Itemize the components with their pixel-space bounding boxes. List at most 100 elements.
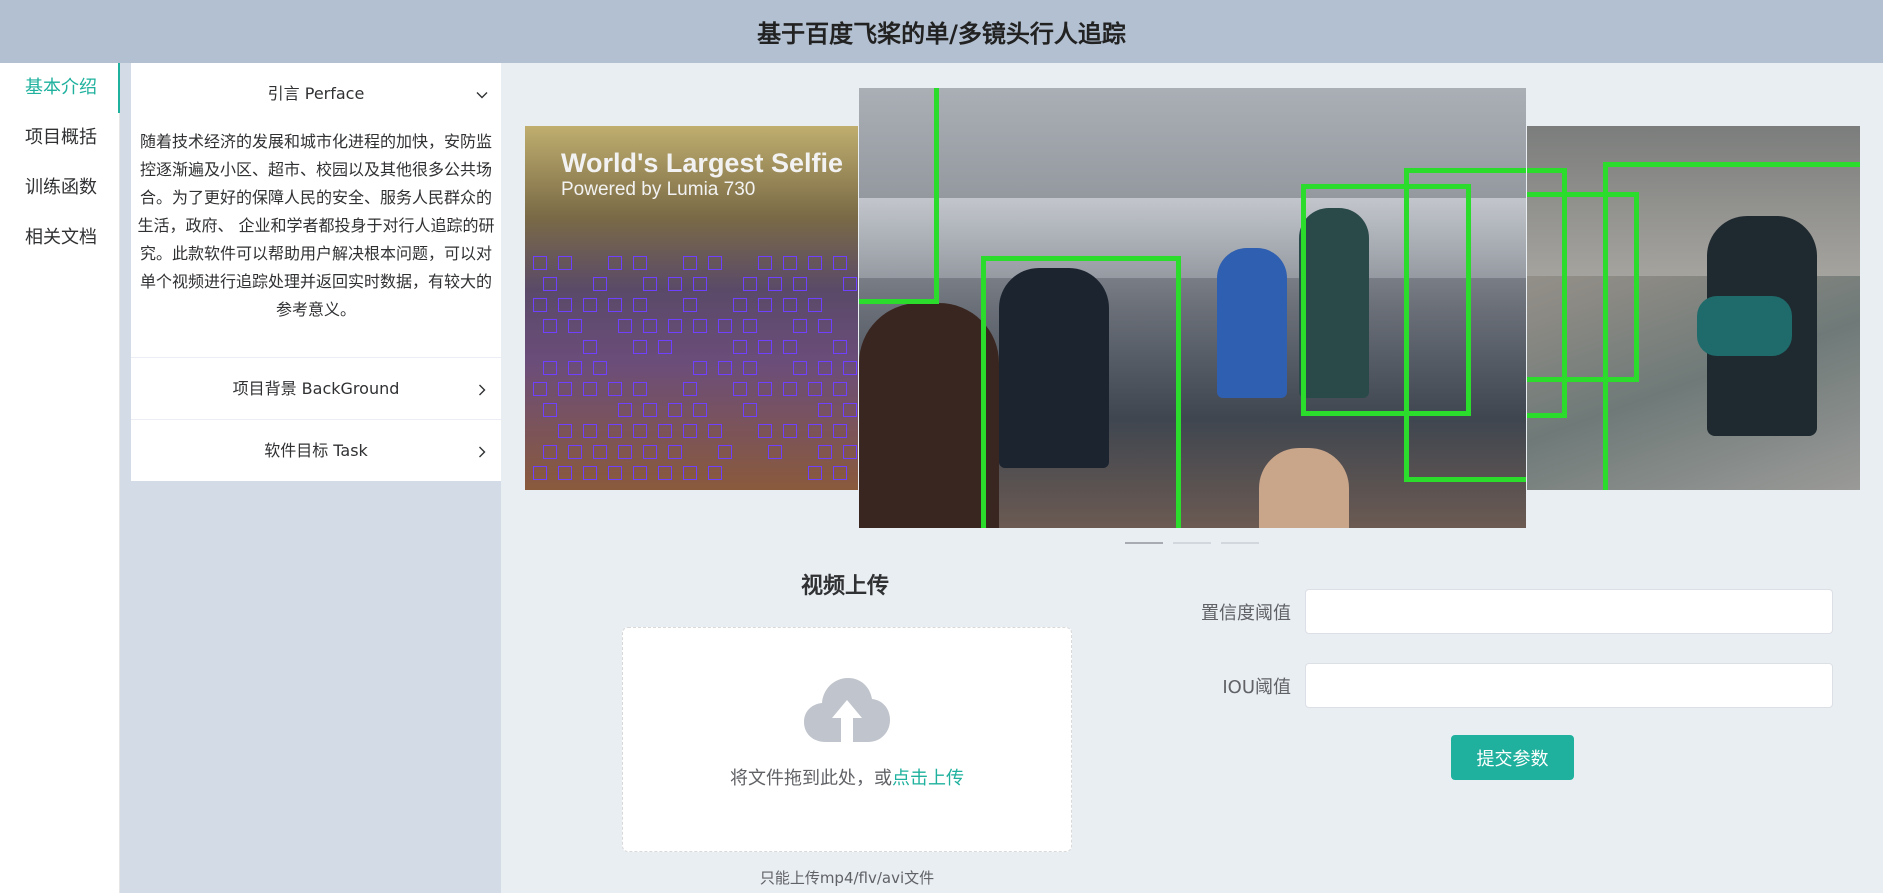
face-detection-box	[783, 298, 797, 312]
face-detection-box	[843, 361, 857, 375]
face-detection-box	[743, 319, 757, 333]
face-detection-box	[658, 424, 672, 438]
detection-box	[1404, 168, 1526, 482]
face-detection-box	[583, 466, 597, 480]
face-detection-box	[568, 361, 582, 375]
face-detection-box	[593, 277, 607, 291]
submit-params-button[interactable]: 提交参数	[1451, 735, 1574, 780]
face-detection-box	[708, 256, 722, 270]
face-detection-box	[633, 424, 647, 438]
face-detection-box	[743, 403, 757, 417]
face-detection-box	[568, 445, 582, 459]
face-detection-box	[643, 319, 657, 333]
face-detection-box	[833, 256, 847, 270]
face-detection-box	[643, 403, 657, 417]
face-detection-box	[708, 424, 722, 438]
collapse-header-preface[interactable]: 引言 Perface	[131, 63, 501, 124]
iou-threshold-label: IOU阈值	[1161, 673, 1291, 699]
nav-item-related-docs[interactable]: 相关文档	[0, 213, 119, 263]
face-detection-box	[733, 382, 747, 396]
face-detection-box	[783, 340, 797, 354]
foreground-person	[859, 303, 999, 528]
face-detection-box	[733, 340, 747, 354]
face-detection-box	[568, 319, 582, 333]
face-detection-box	[633, 466, 647, 480]
face-detection-box	[818, 403, 832, 417]
face-detection-box	[643, 445, 657, 459]
face-detection-box	[733, 298, 747, 312]
carousel-indicator[interactable]	[1125, 542, 1163, 544]
face-detection-box	[543, 445, 557, 459]
face-detection-box	[633, 340, 647, 354]
selfie-caption: World's Largest Selfie Powered by Lumia …	[561, 148, 843, 201]
intro-aside: 引言 Perface 随着技术经济的发展和城市化进程的加快，安防监控逐渐遍及小区…	[120, 63, 501, 893]
face-detection-box	[843, 445, 857, 459]
chevron-down-icon	[475, 63, 489, 124]
face-detection-box	[693, 361, 707, 375]
face-detection-box	[683, 298, 697, 312]
face-detection-box	[593, 445, 607, 459]
face-detection-box	[543, 361, 557, 375]
face-detection-box	[583, 298, 597, 312]
face-detection-box	[743, 277, 757, 291]
face-detection-box	[718, 319, 732, 333]
face-detection-box	[543, 319, 557, 333]
selfie-caption-subtitle: Powered by Lumia 730	[561, 179, 843, 201]
face-detection-box	[683, 256, 697, 270]
upload-click-link[interactable]: 点击上传	[892, 768, 964, 789]
selfie-caption-title: World's Largest Selfie	[561, 148, 843, 179]
face-detection-box	[818, 445, 832, 459]
confidence-threshold-input[interactable]	[1305, 589, 1833, 634]
face-detection-box	[558, 466, 572, 480]
collapse-item-task: 软件目标 Task	[131, 420, 501, 481]
nav-item-basic-intro[interactable]: 基本介绍	[0, 63, 119, 113]
upload-title: 视频上传	[801, 568, 889, 600]
chevron-right-icon	[475, 420, 489, 481]
pedestrian-blue-jacket	[1217, 248, 1287, 398]
face-detection-box	[683, 382, 697, 396]
collapse-header-background[interactable]: 项目背景 BackGround	[131, 358, 501, 419]
carousel-slide-pedestrians[interactable]	[859, 88, 1526, 528]
side-nav: 基本介绍 项目概括 训练函数 相关文档	[0, 63, 120, 893]
collapse-title-preface: 引言 Perface	[268, 84, 365, 103]
face-detection-box	[583, 424, 597, 438]
face-detection-box	[758, 298, 772, 312]
face-detection-box	[618, 403, 632, 417]
face-detection-box	[633, 256, 647, 270]
carousel-indicator[interactable]	[1173, 542, 1211, 544]
collapse-header-task[interactable]: 软件目标 Task	[131, 420, 501, 481]
upload-drag-text: 将文件拖到此处，或	[730, 768, 892, 789]
face-detection-box	[693, 319, 707, 333]
carousel-slide-street[interactable]	[1527, 126, 1860, 490]
nav-item-training-functions[interactable]: 训练函数	[0, 163, 119, 213]
video-upload-dropzone[interactable]: 将文件拖到此处，或点击上传	[622, 627, 1072, 852]
face-detection-box	[843, 403, 857, 417]
face-detection-box	[583, 382, 597, 396]
face-detection-box	[743, 361, 757, 375]
collapse-title-background: 项目背景 BackGround	[233, 379, 400, 398]
nav-item-project-overview[interactable]: 项目概括	[0, 113, 119, 163]
face-detection-box	[693, 403, 707, 417]
iou-threshold-input[interactable]	[1305, 663, 1833, 708]
face-detection-box	[683, 424, 697, 438]
face-detection-box	[658, 466, 672, 480]
upload-tip: 只能上传mp4/flv/avi文件	[622, 867, 1072, 888]
face-detection-box	[608, 298, 622, 312]
face-detection-box	[793, 319, 807, 333]
face-detection-box	[558, 382, 572, 396]
carousel-indicator[interactable]	[1221, 542, 1259, 544]
face-detection-box	[808, 298, 822, 312]
face-detection-box	[808, 424, 822, 438]
face-detection-box	[758, 382, 772, 396]
face-detection-box	[618, 445, 632, 459]
face-detection-box	[618, 319, 632, 333]
face-detection-box	[768, 445, 782, 459]
collapse-item-background: 项目背景 BackGround	[131, 358, 501, 420]
face-detection-box	[783, 256, 797, 270]
image-carousel[interactable]: World's Largest Selfie Powered by Lumia …	[525, 88, 1860, 528]
cloud-upload-icon	[804, 678, 890, 748]
face-detection-box	[833, 340, 847, 354]
face-detection-box	[708, 466, 722, 480]
face-detection-box	[808, 256, 822, 270]
carousel-slide-selfie[interactable]: World's Largest Selfie Powered by Lumia …	[525, 126, 858, 490]
